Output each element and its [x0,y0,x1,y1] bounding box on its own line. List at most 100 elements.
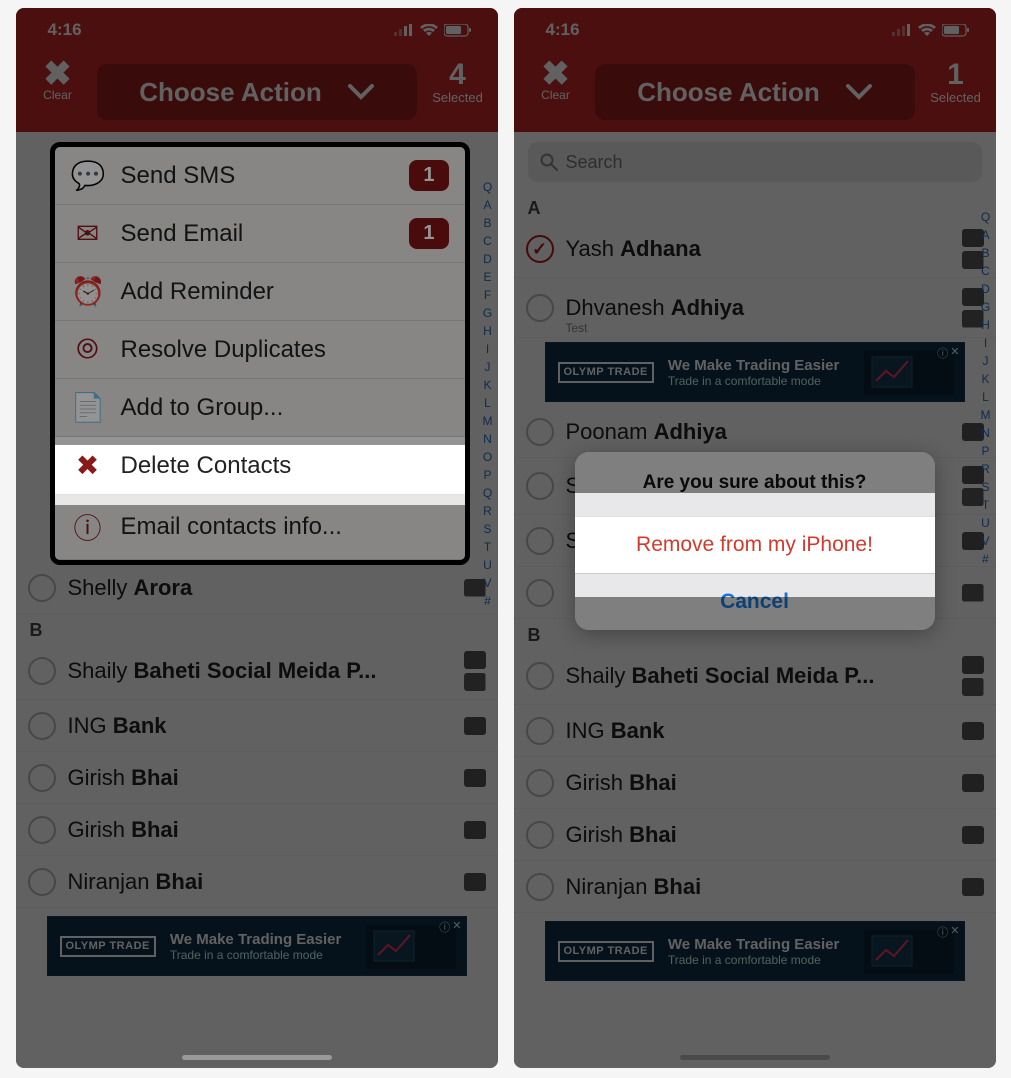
index-letter[interactable]: L [978,388,994,406]
index-letter[interactable]: I [978,334,994,352]
select-radio-checked[interactable] [526,235,554,263]
index-letter[interactable]: D [480,250,496,268]
menu-item-sms[interactable]: 💬Send SMS1 [55,147,465,205]
contact-row[interactable]: Girish Bhai [16,804,498,856]
index-letter[interactable]: C [480,232,496,250]
index-letter[interactable]: V [978,532,994,550]
menu-item-duplicates[interactable]: ⦾Resolve Duplicates [55,321,465,379]
choose-action-dropdown[interactable]: Choose Action [97,64,417,120]
menu-item-info[interactable]: ⓘEmail contacts info... [55,495,465,560]
select-radio[interactable] [526,873,554,901]
contact-row[interactable]: Niranjan Bhai [514,861,996,913]
ad-close-icon[interactable]: ✕ [950,345,959,361]
ad-info-icon[interactable]: ⓘ [937,345,948,361]
index-letter[interactable]: O [480,448,496,466]
select-radio[interactable] [526,769,554,797]
index-letter[interactable]: T [480,538,496,556]
ad-close-icon[interactable]: ✕ [950,924,959,940]
select-radio[interactable] [28,657,56,685]
select-radio[interactable] [526,717,554,745]
select-radio[interactable] [28,574,56,602]
contact-row[interactable]: Poonam Adhiya [514,406,996,458]
index-letter[interactable]: Q [978,208,994,226]
index-letter[interactable]: G [978,298,994,316]
choose-action-dropdown[interactable]: Choose Action [595,64,915,120]
contact-row[interactable]: Shaily Baheti Social Meida P... [514,648,996,705]
index-letter[interactable]: P [480,466,496,484]
index-letter[interactable]: H [978,316,994,334]
contact-row[interactable]: ING Bank [514,705,996,757]
ad-info-icon[interactable]: ⓘ [439,919,450,935]
index-letter[interactable]: C [978,262,994,280]
contact-row[interactable]: Girish Bhai [514,809,996,861]
clear-button[interactable]: ✖ Clear [28,60,88,102]
ad-info-icon[interactable]: ⓘ [937,924,948,940]
index-letter[interactable]: E [480,268,496,286]
select-radio[interactable] [526,418,554,446]
contact-row[interactable]: Girish Bhai [514,757,996,809]
select-radio[interactable] [526,821,554,849]
index-letter[interactable]: B [480,214,496,232]
index-letter[interactable]: G [480,304,496,322]
index-letter[interactable]: # [480,592,496,610]
ad-banner[interactable]: OLYMP TRADE We Make Trading EasierTrade … [545,921,965,981]
select-radio[interactable] [28,868,56,896]
index-letter[interactable]: H [480,322,496,340]
clear-button[interactable]: ✖ Clear [526,60,586,102]
index-letter[interactable]: U [480,556,496,574]
index-letter[interactable]: T [978,496,994,514]
index-letter[interactable]: A [480,196,496,214]
menu-item-delete[interactable]: ✖Delete Contacts [55,437,465,495]
contact-row[interactable]: Girish Bhai [16,752,498,804]
menu-item-email[interactable]: ✉Send Email1 [55,205,465,263]
search-input[interactable]: Search [528,142,982,182]
ad-banner[interactable]: OLYMP TRADE We Make Trading EasierTrade … [545,342,965,402]
index-letter[interactable]: S [480,520,496,538]
index-letter[interactable]: R [480,502,496,520]
index-letter[interactable]: B [978,244,994,262]
index-letter[interactable]: K [480,376,496,394]
select-radio[interactable] [526,294,554,322]
ad-banner[interactable]: OLYMP TRADE We Make Trading Easier Trade… [47,916,467,976]
index-letter[interactable]: D [978,280,994,298]
index-letter[interactable]: J [978,352,994,370]
index-letter[interactable]: I [480,340,496,358]
index-letter[interactable]: R [978,460,994,478]
index-letter[interactable]: # [978,550,994,568]
index-letter[interactable]: V [480,574,496,592]
index-rail[interactable]: QABCDEFGHIJKLMNOPQRSTUV# [480,178,496,610]
select-radio[interactable] [28,764,56,792]
contact-row[interactable]: Yash Adhana [514,221,996,278]
index-letter[interactable]: A [978,226,994,244]
index-letter[interactable]: M [978,406,994,424]
select-radio[interactable] [526,579,554,607]
index-letter[interactable]: N [978,424,994,442]
index-letter[interactable]: U [978,514,994,532]
contact-row[interactable]: ING Bank [16,700,498,752]
select-radio[interactable] [526,527,554,555]
select-radio[interactable] [28,816,56,844]
contact-row[interactable]: Shaily Baheti Social Meida P... [16,643,498,700]
ad-close-icon[interactable]: ✕ [452,919,461,935]
index-rail[interactable]: QABCDGHIJKLMNPRSTUV# [978,208,994,568]
index-letter[interactable]: K [978,370,994,388]
index-letter[interactable]: S [978,478,994,496]
remove-button[interactable]: Remove from my iPhone! [575,516,935,573]
index-letter[interactable]: Q [480,178,496,196]
menu-item-reminder[interactable]: ⏰Add Reminder [55,263,465,321]
select-radio[interactable] [526,472,554,500]
select-radio[interactable] [526,662,554,690]
index-letter[interactable]: Q [480,484,496,502]
index-letter[interactable]: M [480,412,496,430]
contact-row[interactable]: Dhvanesh Adhiya Test [514,278,996,338]
count-badge: 1 [409,160,448,191]
index-letter[interactable]: P [978,442,994,460]
contact-row[interactable]: Shelly Arora [16,562,498,614]
index-letter[interactable]: L [480,394,496,412]
select-radio[interactable] [28,712,56,740]
index-letter[interactable]: J [480,358,496,376]
menu-item-group[interactable]: 📄Add to Group... [55,379,465,437]
contact-row[interactable]: Niranjan Bhai [16,856,498,908]
index-letter[interactable]: N [480,430,496,448]
index-letter[interactable]: F [480,286,496,304]
